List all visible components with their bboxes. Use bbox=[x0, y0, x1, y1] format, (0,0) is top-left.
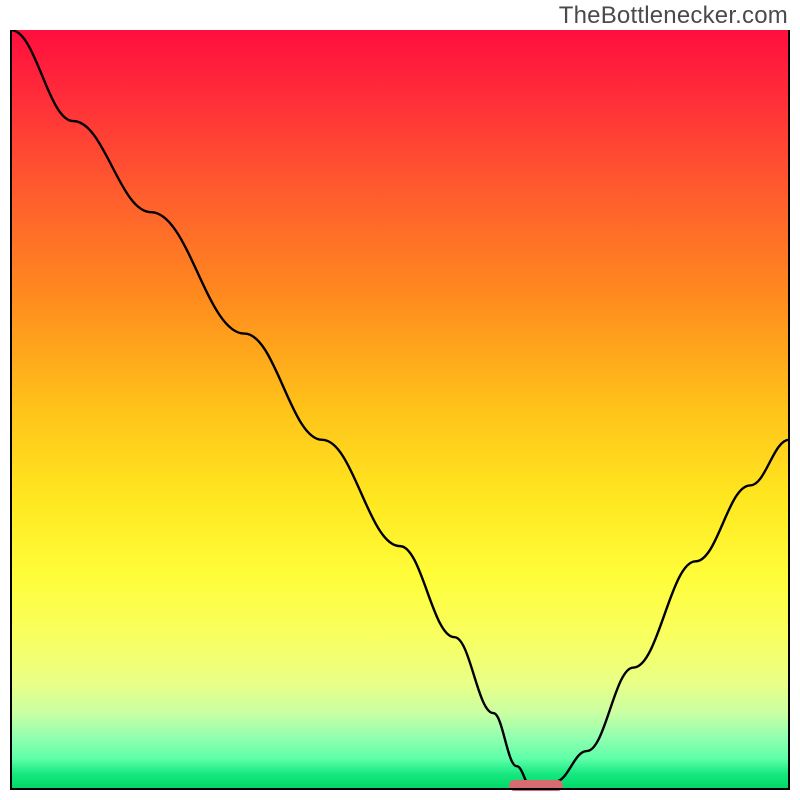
axis-right bbox=[788, 30, 790, 790]
watermark-text: TheBottlenecker.com bbox=[559, 2, 788, 30]
axis-bottom bbox=[10, 788, 790, 790]
axis-left bbox=[10, 30, 12, 790]
curve-path bbox=[11, 30, 789, 789]
bottleneck-curve bbox=[11, 30, 789, 789]
plot-area bbox=[11, 30, 789, 789]
bottleneck-chart: TheBottlenecker.com bbox=[0, 0, 800, 800]
